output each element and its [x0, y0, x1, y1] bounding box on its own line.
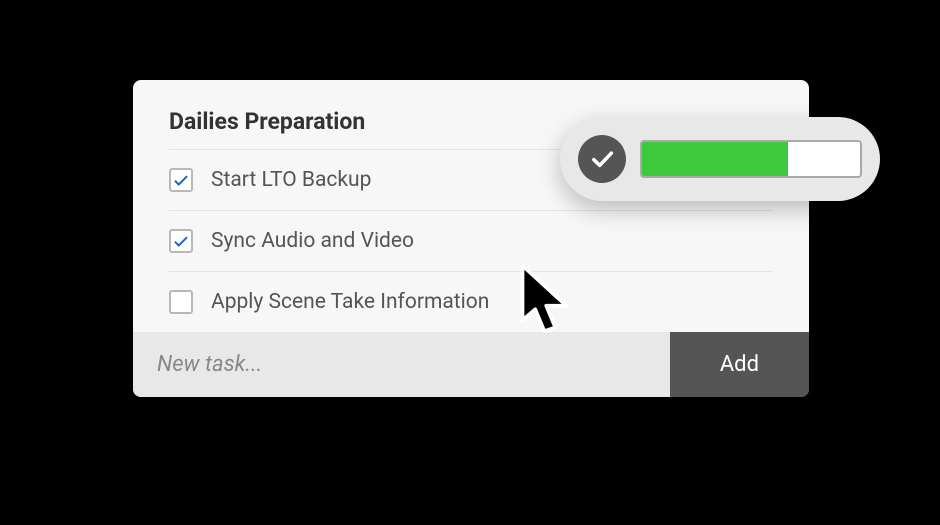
progress-check-badge [578, 135, 626, 183]
progress-indicator [560, 117, 880, 201]
task-label: Start LTO Backup [211, 168, 371, 192]
task-checkbox[interactable] [169, 229, 193, 253]
new-task-row: Add [133, 332, 809, 397]
task-checkbox[interactable] [169, 168, 193, 192]
add-task-button[interactable]: Add [670, 332, 809, 397]
new-task-input[interactable] [133, 332, 670, 397]
task-row: Sync Audio and Video [169, 210, 773, 271]
check-icon [172, 232, 190, 250]
task-label: Apply Scene Take Information [211, 290, 489, 314]
check-icon [172, 171, 190, 189]
check-icon [588, 145, 616, 173]
task-row: Apply Scene Take Information [169, 271, 773, 332]
progress-bar [640, 140, 862, 178]
task-checkbox[interactable] [169, 290, 193, 314]
progress-bar-fill [642, 142, 788, 176]
task-label: Sync Audio and Video [211, 229, 414, 253]
